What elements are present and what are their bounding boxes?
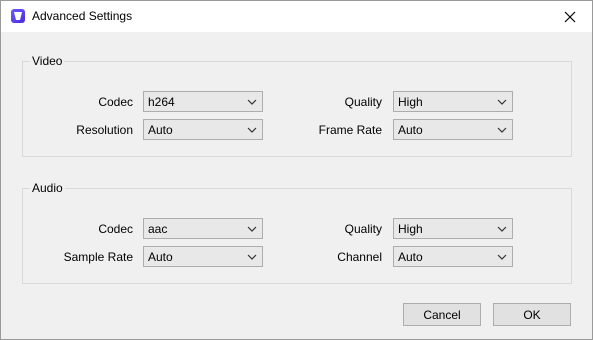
video-frame-rate-label: Frame Rate (318, 123, 382, 137)
video-quality-value: High (398, 94, 423, 109)
video-codec-select[interactable]: h264 (143, 91, 263, 112)
chevron-down-icon (242, 92, 262, 111)
video-resolution-value: Auto (148, 122, 173, 137)
audio-channel-select[interactable]: Auto (393, 246, 513, 267)
chevron-down-icon (492, 219, 512, 238)
close-icon (564, 11, 576, 22)
app-icon (11, 9, 25, 23)
audio-channel-value: Auto (398, 249, 423, 264)
video-resolution-label: Resolution (76, 123, 133, 137)
chevron-down-icon (492, 92, 512, 111)
chevron-down-icon (492, 120, 512, 139)
video-quality-select[interactable]: High (393, 91, 513, 112)
video-codec-label: Codec (98, 95, 133, 109)
audio-sample-rate-select[interactable]: Auto (143, 246, 263, 267)
advanced-settings-dialog: Advanced Settings Video Codec h264 Resol… (0, 0, 593, 340)
audio-quality-label: Quality (344, 222, 382, 236)
audio-group: Audio Codec aac Sample Rate Auto Quality… (22, 181, 572, 284)
cancel-button[interactable]: Cancel (403, 303, 481, 326)
audio-group-label: Audio (30, 181, 65, 195)
audio-sample-rate-label: Sample Rate (63, 250, 133, 264)
audio-codec-value: aac (148, 221, 168, 236)
audio-codec-select[interactable]: aac (143, 218, 263, 239)
video-codec-value: h264 (148, 94, 175, 109)
chevron-down-icon (242, 219, 262, 238)
chevron-down-icon (242, 120, 262, 139)
video-resolution-select[interactable]: Auto (143, 119, 263, 140)
video-group: Video Codec h264 Resolution Auto Quality… (22, 54, 572, 157)
title-bar: Advanced Settings (1, 1, 592, 32)
video-frame-rate-select[interactable]: Auto (393, 119, 513, 140)
audio-codec-label: Codec (98, 222, 133, 236)
window-title: Advanced Settings (32, 9, 133, 23)
video-frame-rate-value: Auto (398, 122, 423, 137)
audio-sample-rate-value: Auto (148, 249, 173, 264)
video-quality-label: Quality (344, 95, 382, 109)
audio-quality-select[interactable]: High (393, 218, 513, 239)
ok-button[interactable]: OK (493, 303, 571, 326)
chevron-down-icon (242, 247, 262, 266)
audio-channel-label: Channel (337, 250, 382, 264)
video-group-label: Video (30, 54, 65, 68)
audio-quality-value: High (398, 221, 423, 236)
chevron-down-icon (492, 247, 512, 266)
close-button[interactable] (548, 1, 592, 32)
